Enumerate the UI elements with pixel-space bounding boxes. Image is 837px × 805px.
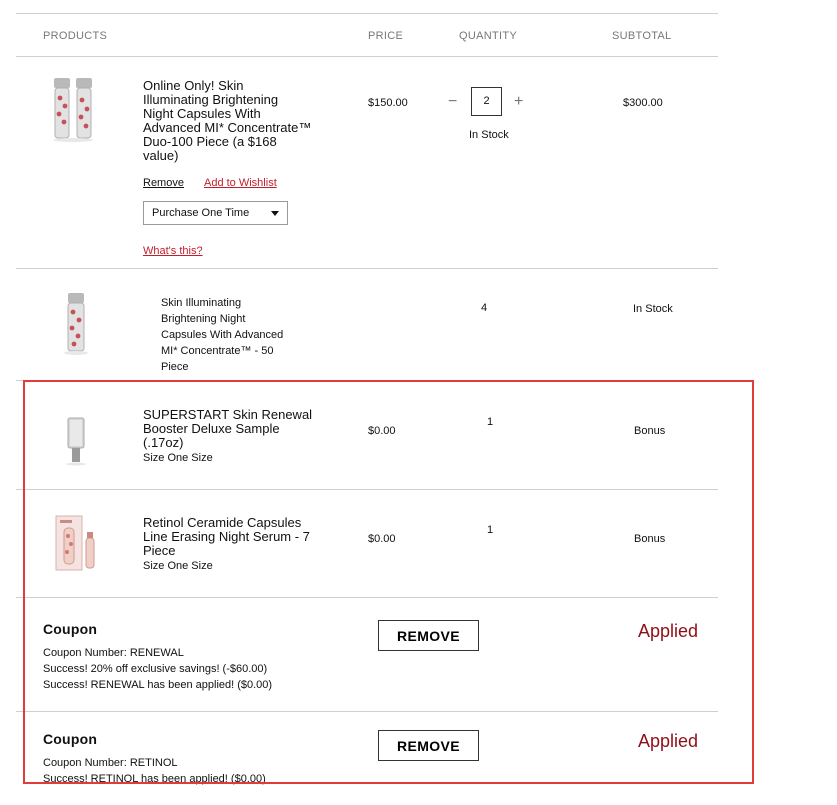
add-to-wishlist-link[interactable]: Add to Wishlist [204,177,277,189]
decrement-quantity-button[interactable]: − [448,94,457,110]
remove-link[interactable]: Remove [143,177,184,189]
bundle-quantity: 4 [481,302,488,314]
column-header-subtotal: SUBTOTAL [612,30,672,42]
bundle-stock-status: In Stock [633,303,673,315]
purchase-option-select[interactable]: Purchase One Time [143,201,288,225]
product-image-capsules-duo[interactable] [50,76,98,145]
column-header-products: PRODUCTS [43,30,108,42]
increment-quantity-button[interactable]: + [514,94,523,110]
chevron-down-icon [271,211,279,216]
divider [16,56,718,57]
product-name[interactable]: Online Only! Skin Illuminating Brighteni… [143,79,353,163]
divider [16,268,718,269]
stock-status: In Stock [469,129,509,141]
bundle-item-name: Skin Illuminating Brightening Night Caps… [161,297,284,373]
column-header-price: PRICE [368,30,404,42]
whats-this-link[interactable]: What's this? [143,245,203,257]
highlight-box [23,380,754,784]
column-header-quantity: QUANTITY [459,30,518,42]
product-image-capsules-50 [62,292,90,359]
item-price: $150.00 [368,97,408,109]
divider [16,13,718,14]
purchase-option-value: Purchase One Time [152,207,250,219]
item-subtotal: $300.00 [623,97,663,109]
quantity-input[interactable]: 2 [471,87,502,116]
